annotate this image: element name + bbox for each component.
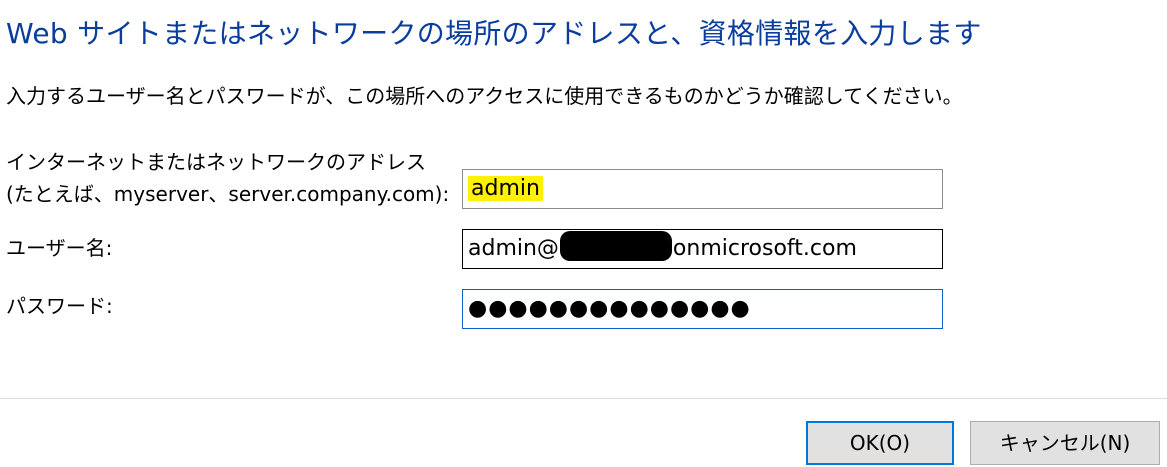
username-value-prefix: admin@ — [468, 236, 559, 261]
address-value-highlight: admin — [468, 176, 543, 201]
credentials-dialog: Web サイトまたはネットワークの場所のアドレスと、資格情報を入力します 入力す… — [0, 0, 1167, 467]
username-label: ユーザー名: — [6, 236, 113, 260]
dialog-title: Web サイトまたはネットワークの場所のアドレスと、資格情報を入力します — [6, 17, 982, 50]
redaction-mark — [559, 231, 672, 261]
password-label: パスワード: — [6, 294, 113, 318]
ok-button[interactable]: OK(O) — [806, 421, 954, 465]
address-label: インターネットまたはネットワークのアドレス (たとえば、myserver、ser… — [6, 146, 449, 210]
username-value-suffix: .onmicrosoft.com — [665, 236, 857, 261]
username-input[interactable]: admin@ .onmicrosoft.com — [462, 229, 943, 269]
address-input[interactable]: admin — [462, 169, 943, 209]
dialog-description: 入力するユーザー名とパスワードが、この場所へのアクセスに使用できるものかどうか確… — [6, 84, 963, 108]
address-label-line1: インターネットまたはネットワークのアドレス — [6, 150, 426, 174]
footer-divider — [0, 398, 1167, 399]
password-input[interactable]: ●●●●●●●●●●●●●● — [462, 289, 943, 329]
cancel-button[interactable]: キャンセル(N) — [970, 421, 1160, 465]
address-label-line2: (たとえば、myserver、server.company.com): — [6, 182, 450, 206]
password-masked-value: ●●●●●●●●●●●●●● — [468, 296, 751, 321]
